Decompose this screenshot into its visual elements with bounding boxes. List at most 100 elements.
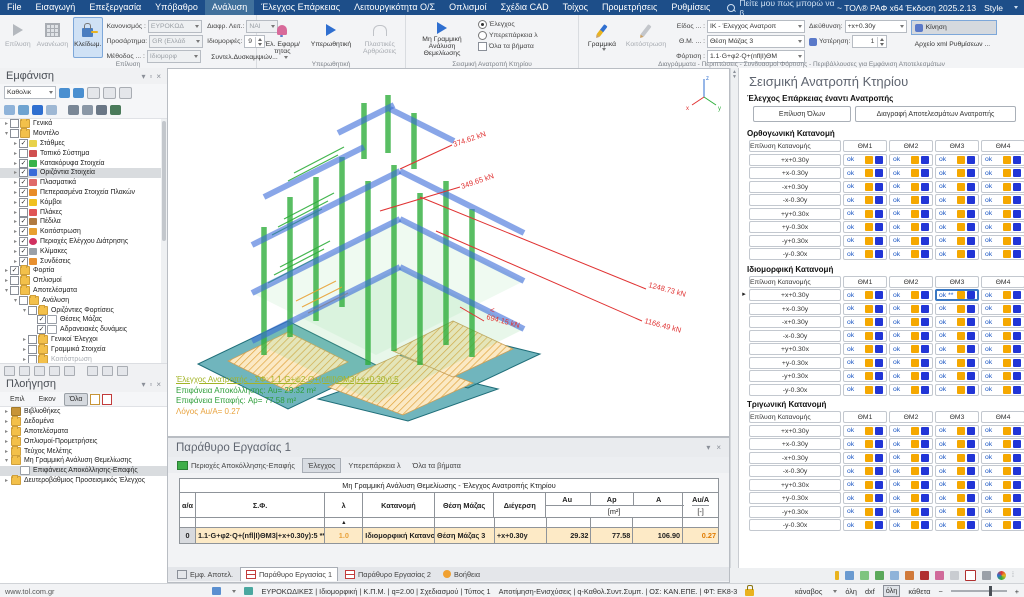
blue-indicator-icon[interactable] — [875, 183, 883, 191]
delete-results-button[interactable]: Διαγραφή Αποτελεσμάτων Ανατροπής — [855, 106, 1016, 122]
menu-item-σχέδια-cad[interactable]: Σχέδια CAD — [494, 0, 556, 15]
check-result-cell[interactable]: ok — [889, 330, 933, 342]
collapse-arrow-icon[interactable]: ▸ — [21, 346, 28, 353]
orange-indicator-icon[interactable] — [957, 454, 965, 462]
blue-indicator-icon[interactable] — [875, 481, 883, 489]
orange-indicator-icon[interactable] — [957, 291, 965, 299]
house-left-icon[interactable] — [96, 105, 107, 115]
blue-indicator-icon[interactable] — [967, 196, 975, 204]
tree-item[interactable]: ▸Πλασματικά — [0, 178, 167, 188]
mass-select[interactable]: Θέση Μάζας 3 — [707, 35, 805, 48]
blue-indicator-icon[interactable] — [967, 467, 975, 475]
col-ap[interactable]: Ap — [591, 493, 634, 505]
check-result-cell[interactable]: ok — [935, 194, 979, 206]
menu-item-έλεγχος-επάρκειας[interactable]: Έλεγχος Επάρκειας — [254, 0, 347, 15]
orange-indicator-icon[interactable] — [911, 291, 919, 299]
direction-label[interactable]: -y+0.30x — [749, 235, 841, 247]
orange-indicator-icon[interactable] — [865, 183, 873, 191]
expand-arrow-icon[interactable]: ▾ — [3, 287, 10, 294]
orange-indicator-icon[interactable] — [865, 386, 873, 394]
blue-indicator-icon[interactable] — [967, 372, 975, 380]
menu-item-λειτουργικότητα-ο-σ[interactable]: Λειτουργικότητα Ο/Σ — [347, 0, 442, 15]
orange-indicator-icon[interactable] — [957, 196, 965, 204]
expand-arrow-icon[interactable]: ▾ — [3, 130, 10, 137]
orange-indicator-icon[interactable] — [911, 250, 919, 258]
check-result-cell[interactable]: ok — [889, 248, 933, 260]
collapse-arrow-icon[interactable]: ▸ — [3, 448, 10, 455]
color-wheel-icon[interactable] — [997, 571, 1006, 580]
sort-marker[interactable]: ▲ — [325, 518, 363, 527]
orange-indicator-icon[interactable] — [1003, 494, 1011, 502]
orange-indicator-icon[interactable] — [1003, 372, 1011, 380]
check-result-cell[interactable]: ok — [935, 438, 979, 450]
blue-indicator-icon[interactable] — [967, 169, 975, 177]
orange-indicator-icon[interactable] — [865, 196, 873, 204]
nav-tab-selection[interactable]: Επιλ — [4, 393, 31, 406]
blue-indicator-icon[interactable] — [1013, 318, 1021, 326]
blue-indicator-icon[interactable] — [921, 332, 929, 340]
collapse-arrow-icon[interactable]: ▸ — [12, 209, 19, 216]
direction-label[interactable]: -x-0.30y — [749, 330, 841, 342]
overstrength-radio[interactable] — [478, 31, 487, 40]
check-result-cell[interactable]: ok — [981, 181, 1024, 193]
tree-checkbox[interactable] — [37, 315, 46, 324]
col-a[interactable]: A — [634, 493, 684, 505]
tree-checkbox[interactable] — [19, 227, 28, 236]
check-result-cell[interactable]: ok — [935, 425, 979, 437]
nav-tab-all[interactable]: Όλα — [64, 393, 89, 406]
orange-indicator-icon[interactable] — [1003, 508, 1011, 516]
check-result-cell[interactable]: ok — [981, 452, 1024, 464]
tree-item[interactable]: ▸Γενικοί Έλεγχοι — [0, 335, 167, 345]
tree-item[interactable]: ▸Τοπικό Σύστημα — [0, 148, 167, 158]
orange-indicator-icon[interactable] — [865, 169, 873, 177]
orange-indicator-icon[interactable] — [865, 345, 873, 353]
check-result-cell[interactable]: ok — [843, 181, 887, 193]
orange-indicator-icon[interactable] — [957, 250, 965, 258]
collapse-arrow-icon[interactable]: ▸ — [12, 160, 19, 167]
check-result-cell[interactable]: ok — [889, 235, 933, 247]
tree-checkbox[interactable] — [19, 149, 28, 158]
blue-indicator-icon[interactable] — [875, 305, 883, 313]
tree-item[interactable]: ▾Αποτελέσματα — [0, 286, 167, 296]
check-result-cell[interactable]: ok — [843, 492, 887, 504]
orange-indicator-icon[interactable] — [865, 427, 873, 435]
blue-indicator-icon[interactable] — [967, 210, 975, 218]
view-solid-icon[interactable] — [4, 105, 15, 115]
check-result-cell[interactable]: ok — [843, 194, 887, 206]
check-result-cell[interactable]: ok — [981, 343, 1024, 355]
check-result-cell[interactable]: ok — [843, 465, 887, 477]
nonlinear-foundation-button[interactable]: Μη Γραμμική Ανάλυση Θεμελίωσης — [410, 17, 474, 58]
orange-indicator-icon[interactable] — [957, 521, 965, 529]
check-result-cell[interactable]: ok — [981, 425, 1024, 437]
blue-indicator-icon[interactable] — [967, 332, 975, 340]
orange-indicator-icon[interactable] — [865, 305, 873, 313]
orange-indicator-icon[interactable] — [1003, 305, 1011, 313]
blue-indicator-icon[interactable] — [1013, 372, 1021, 380]
check-result-cell[interactable]: ok — [889, 289, 933, 301]
blue-indicator-icon[interactable] — [921, 427, 929, 435]
direction-label[interactable]: +y-0.30x — [749, 357, 841, 369]
check-result-cell[interactable]: ok — [981, 154, 1024, 166]
blue-indicator-icon[interactable] — [921, 359, 929, 367]
col-distribution[interactable]: Κατανομή — [363, 493, 435, 517]
check-result-cell[interactable]: ok — [843, 384, 887, 396]
orange-indicator-icon[interactable] — [865, 291, 873, 299]
orange-indicator-icon[interactable] — [957, 183, 965, 191]
orange-indicator-icon[interactable] — [911, 508, 919, 516]
viewport-3d[interactable]: 374.62 kN 349.65 kN 1248.73 kN 694.15 kN… — [167, 68, 730, 437]
collapse-arrow-icon[interactable]: ▸ — [12, 238, 19, 245]
orange-indicator-icon[interactable] — [911, 169, 919, 177]
orange-indicator-icon[interactable] — [957, 372, 965, 380]
tree-checkbox[interactable] — [19, 247, 28, 256]
menu-item-ανάλυση[interactable]: Ανάλυση — [205, 0, 254, 15]
menu-item-υπόβαθρο[interactable]: Υπόβαθρο — [148, 0, 205, 15]
pin-icon[interactable]: ▫ — [149, 72, 152, 81]
col-sf[interactable]: Σ.Φ. — [196, 493, 325, 517]
tree-item[interactable]: ▸Τεύχος Μελέτης — [0, 446, 167, 456]
direction-label[interactable]: +x+0.30y — [749, 425, 841, 437]
tree-checkbox[interactable] — [19, 188, 28, 197]
blue-indicator-icon[interactable] — [875, 521, 883, 529]
orange-indicator-icon[interactable] — [957, 481, 965, 489]
blue-indicator-icon[interactable] — [875, 494, 883, 502]
blue-indicator-icon[interactable] — [875, 359, 883, 367]
